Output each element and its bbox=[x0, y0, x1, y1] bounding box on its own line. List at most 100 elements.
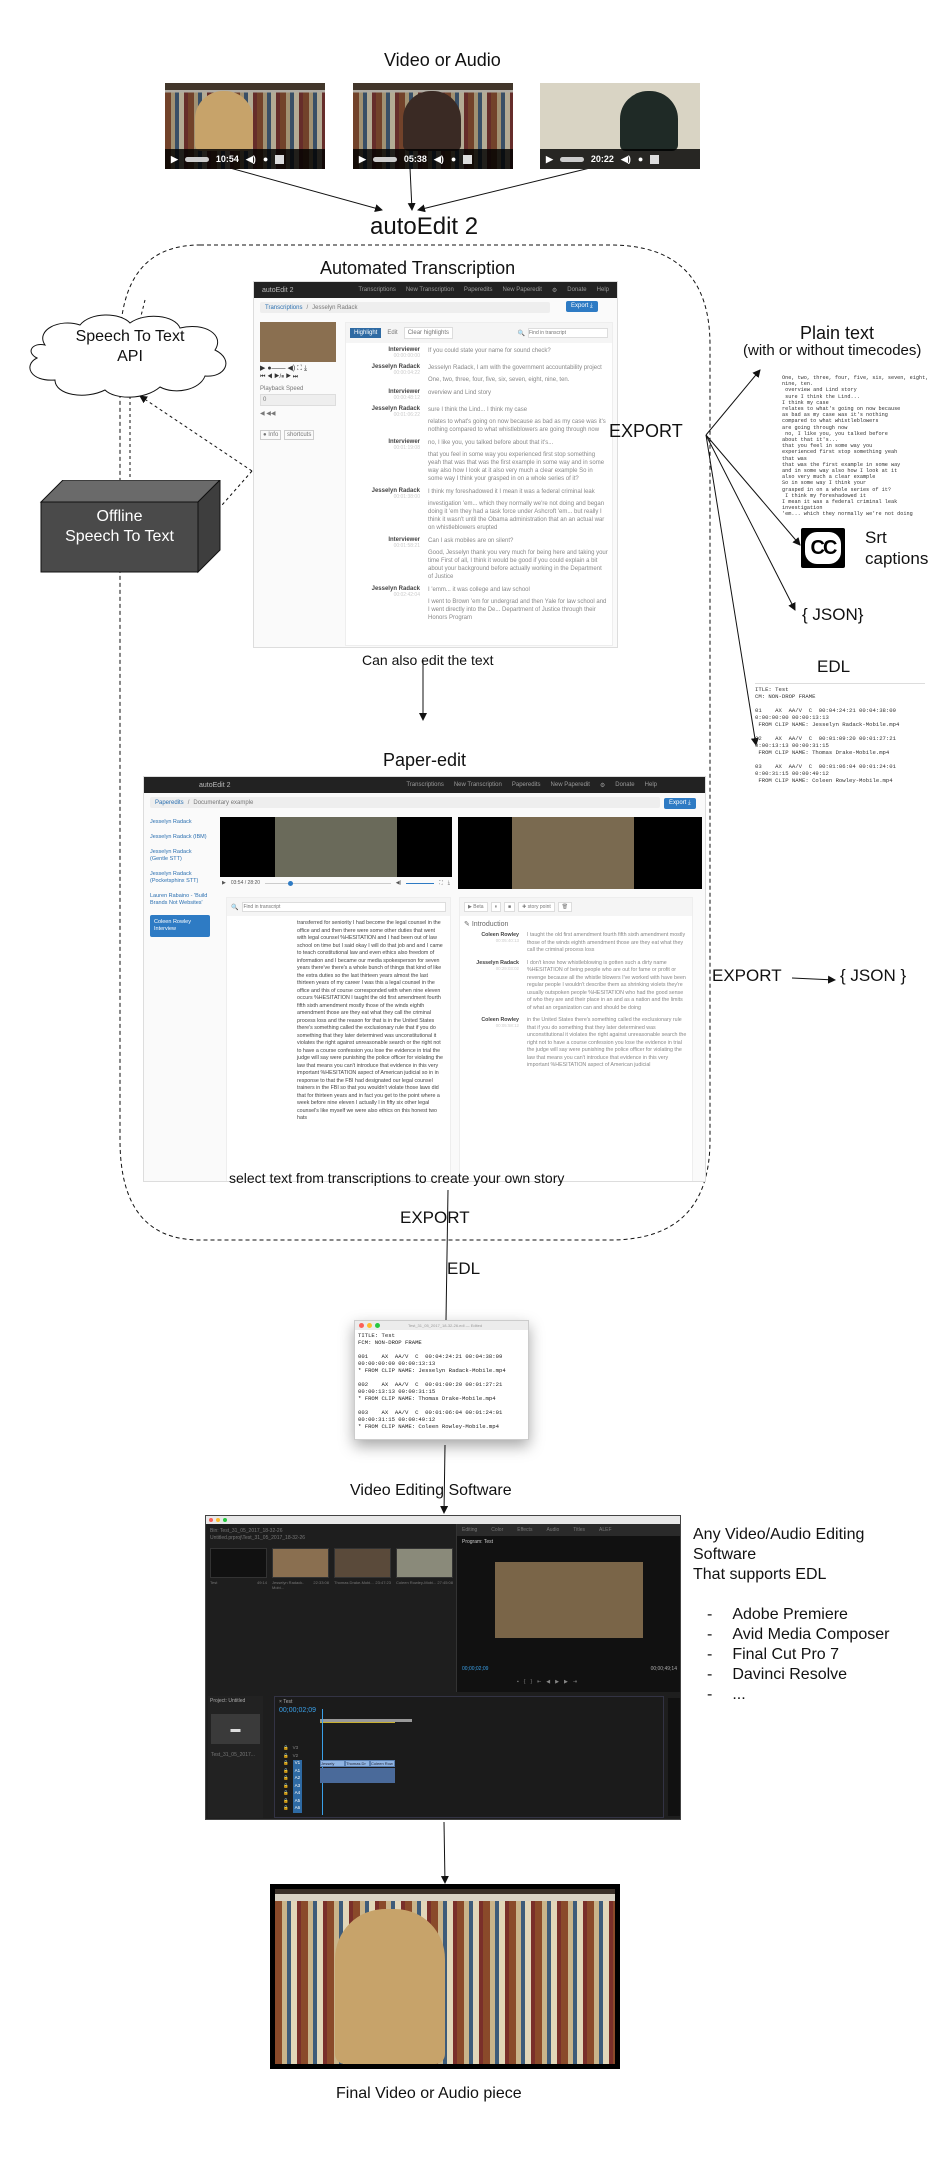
sidebar-transcription-item[interactable]: Jesselyn Radack (IBM) bbox=[150, 834, 210, 841]
story-line[interactable]: Coleen Rowley 00:05:58:12 in the United St… bbox=[464, 1017, 688, 1070]
nav-new-paperedit[interactable]: New Paperedit bbox=[503, 287, 542, 293]
info-button[interactable]: ● Info bbox=[260, 430, 282, 440]
track-header[interactable]: 🔒 A5 bbox=[283, 1797, 303, 1805]
transcript-line[interactable]: Interviewer 00:01:19:08 no, I like you, yo… bbox=[350, 439, 608, 483]
player-controls[interactable]: ▶ ●—— ◀) ⛶ ⤓ bbox=[260, 364, 307, 373]
transcript-paragraph[interactable]: overview and Lind story bbox=[428, 389, 491, 397]
breadcrumb-root[interactable]: Transcriptions bbox=[265, 305, 302, 311]
track-header[interactable]: 🔒 A1 bbox=[283, 1767, 303, 1775]
minimize-icon[interactable] bbox=[216, 1518, 220, 1522]
workspace-tab[interactable]: Titles bbox=[573, 1527, 585, 1533]
clear-highlights-button[interactable]: Clear highlights bbox=[403, 327, 454, 339]
video-preview[interactable] bbox=[260, 322, 336, 362]
sidebar-transcription-item[interactable]: Jesselyn Radack (Gentle STT) bbox=[150, 849, 210, 863]
story-lines[interactable]: Coleen Rowley 00:05:40:13 I taught the old… bbox=[460, 932, 692, 1070]
bin-clip[interactable]: Coleen Rowley-Mobi... 27:45:08 bbox=[396, 1548, 453, 1590]
transcript-paragraph[interactable]: no, I like you, you talked before about … bbox=[428, 439, 608, 447]
fullscreen-icon[interactable] bbox=[650, 154, 660, 164]
volume-icon[interactable]: ◀︎) bbox=[434, 154, 444, 165]
track-header[interactable]: 🔒 A2 bbox=[283, 1775, 303, 1783]
transcript-text[interactable]: transferred for seniority I had become t… bbox=[227, 916, 450, 1176]
story-line[interactable]: Coleen Rowley 00:05:40:13 I taught the old… bbox=[464, 932, 688, 955]
gear-icon[interactable]: ⚙ bbox=[552, 287, 557, 294]
transcript-paragraph[interactable]: I went to Brown 'em for undergrad and th… bbox=[428, 598, 608, 622]
timeline-clip[interactable]: Thomas Dr bbox=[345, 1760, 370, 1767]
audio-clips[interactable] bbox=[320, 1768, 395, 1783]
program-tab[interactable]: Program: Test bbox=[457, 1536, 680, 1548]
speed-step-buttons[interactable]: ◀ ◀◀ bbox=[260, 410, 276, 417]
add-story-point-button[interactable]: ✚ story point bbox=[518, 902, 555, 912]
nav-donate[interactable]: Donate bbox=[567, 287, 586, 293]
source-video-player[interactable] bbox=[220, 817, 452, 877]
volume-icon[interactable]: ◀︎) bbox=[621, 154, 631, 165]
timeline-clip[interactable]: Jessely bbox=[320, 1760, 345, 1767]
story-section-title[interactable]: ✎ Introduction bbox=[460, 916, 692, 932]
edl-contents[interactable]: TITLE: Test FCM: NON-DROP FRAME 001 AX A… bbox=[355, 1330, 528, 1432]
workspace-tab[interactable]: Effects bbox=[517, 1527, 532, 1533]
play-icon[interactable]: ▶ bbox=[359, 154, 366, 165]
export-button[interactable]: Export ⤓ bbox=[664, 798, 696, 809]
nav-transcriptions[interactable]: Transcriptions bbox=[406, 782, 443, 788]
edit-button[interactable]: Edit bbox=[384, 328, 400, 338]
transcript-paragraph[interactable]: Good, Jesselyn thank you very much for b… bbox=[428, 549, 608, 581]
play-icon[interactable]: ▶ bbox=[546, 154, 553, 165]
timeline-tab[interactable]: Test bbox=[283, 1699, 292, 1705]
track-header[interactable]: 🔒 V2 bbox=[283, 1753, 302, 1761]
nav-new-transcription[interactable]: New Transcription bbox=[406, 287, 454, 293]
transcript-line[interactable]: Interviewer 00:00:00:00 If you could state… bbox=[350, 347, 608, 359]
gear-icon[interactable]: ⚙ bbox=[600, 782, 605, 789]
transcript-search-input[interactable] bbox=[528, 328, 608, 338]
sidebar-transcription-item[interactable]: Lauren Rabaino - 'Build Brands Not Websi… bbox=[150, 893, 210, 907]
fullscreen-icon[interactable] bbox=[463, 154, 473, 164]
transcript-line[interactable]: Jesselyn Radack 00:01:38:00 I think my for… bbox=[350, 488, 608, 532]
transcript-line[interactable]: Jesselyn Radack 00:02:42:04 I 'emm... it w… bbox=[350, 586, 608, 622]
transcript-line[interactable]: Interviewer 00:00:48:12 overview and Lind … bbox=[350, 389, 608, 401]
breadcrumb-root[interactable]: Paperedits bbox=[155, 800, 184, 806]
source-video-3[interactable]: ▶ 20:22 ◀︎) ● bbox=[540, 83, 700, 169]
source-video-2[interactable]: ▶ 05:38 ◀︎) ● bbox=[353, 83, 513, 169]
transcript-line[interactable]: Jesselyn Radack 00:00:04:22 Jesselyn Radac… bbox=[350, 364, 608, 384]
transcript-paragraph[interactable]: sure I think the Lind... I think my case bbox=[428, 406, 608, 414]
transcript-paragraph[interactable]: relates to what's going on now because a… bbox=[428, 418, 608, 434]
story-line[interactable]: Jesselyn Radack 00:29:03:02 I don't know h… bbox=[464, 960, 688, 1013]
maximize-icon[interactable] bbox=[375, 1323, 380, 1328]
final-video[interactable] bbox=[270, 1884, 620, 2069]
transcript-paragraph[interactable]: I 'emm... it was college and law school bbox=[428, 586, 608, 594]
timeline-clip[interactable]: Coleen Row bbox=[370, 1760, 395, 1767]
transport-controls[interactable]: ▪{}⇤◀▶▶⇥ bbox=[517, 1679, 582, 1685]
transcript-paragraph[interactable]: If you could state your name for sound c… bbox=[428, 347, 551, 355]
transport-buttons[interactable]: ⏮ ◀ ▶/⏸ ▶ ⏭ bbox=[260, 374, 298, 381]
bin-clip[interactable]: Thomas Drake-Mobi... 23:47:23 bbox=[334, 1548, 391, 1590]
player-controls[interactable]: ▶ 03:54 / 28:20 ◀) ⛶ ⤓ bbox=[222, 880, 450, 886]
close-icon[interactable] bbox=[209, 1518, 213, 1522]
highlight-button[interactable]: Highlight bbox=[350, 328, 382, 338]
sidebar-transcription-item[interactable]: Jesselyn Radack (Pocketsphinx STT) bbox=[150, 871, 210, 885]
transcript-paragraph[interactable]: Jesselyn Radack, I am with the governmen… bbox=[428, 364, 602, 372]
preview-video-player[interactable] bbox=[458, 817, 702, 889]
volume-icon[interactable]: ◀︎) bbox=[246, 154, 256, 165]
transcript-paragraph[interactable]: investigation 'em... which they normally… bbox=[428, 500, 608, 532]
folder-icon[interactable]: ▬ bbox=[211, 1714, 260, 1744]
trash-icon[interactable]: 🗑 bbox=[557, 902, 573, 912]
source-video-1[interactable]: ▶ 10:54 ◀︎) ● bbox=[165, 83, 325, 169]
shortcuts-button[interactable]: shortcuts bbox=[284, 430, 315, 440]
transcript-lines[interactable]: Interviewer 00:00:00:00 If you could state… bbox=[346, 343, 612, 639]
track-header[interactable]: 🔒 V3 bbox=[283, 1745, 302, 1753]
bin-clip[interactable]: Test 49:14 bbox=[210, 1548, 267, 1590]
minimize-icon[interactable] bbox=[367, 1323, 372, 1328]
sidebar-transcription-item[interactable]: Jesselyn Radack bbox=[150, 819, 210, 826]
transcript-search-input[interactable] bbox=[242, 902, 446, 912]
fullscreen-icon[interactable] bbox=[275, 154, 285, 164]
nav-paperedits[interactable]: Paperedits bbox=[512, 782, 541, 788]
transcript-paragraph[interactable]: I think my foreshadowed it I mean it was… bbox=[428, 488, 608, 496]
nav-help[interactable]: Help bbox=[597, 287, 609, 293]
nav-help[interactable]: Help bbox=[645, 782, 657, 788]
nav-donate[interactable]: Donate bbox=[615, 782, 634, 788]
playback-speed-input[interactable]: 0 bbox=[260, 394, 336, 406]
play-icon[interactable]: ▶ bbox=[171, 154, 178, 165]
nav-new-paperedit[interactable]: New Paperedit bbox=[551, 782, 590, 788]
track-header[interactable]: 🔒 A6 bbox=[283, 1805, 303, 1813]
export-button[interactable]: Export ⤓ bbox=[566, 301, 598, 312]
track-header[interactable]: 🔒 V1 bbox=[283, 1760, 303, 1768]
nav-transcriptions[interactable]: Transcriptions bbox=[358, 287, 395, 293]
